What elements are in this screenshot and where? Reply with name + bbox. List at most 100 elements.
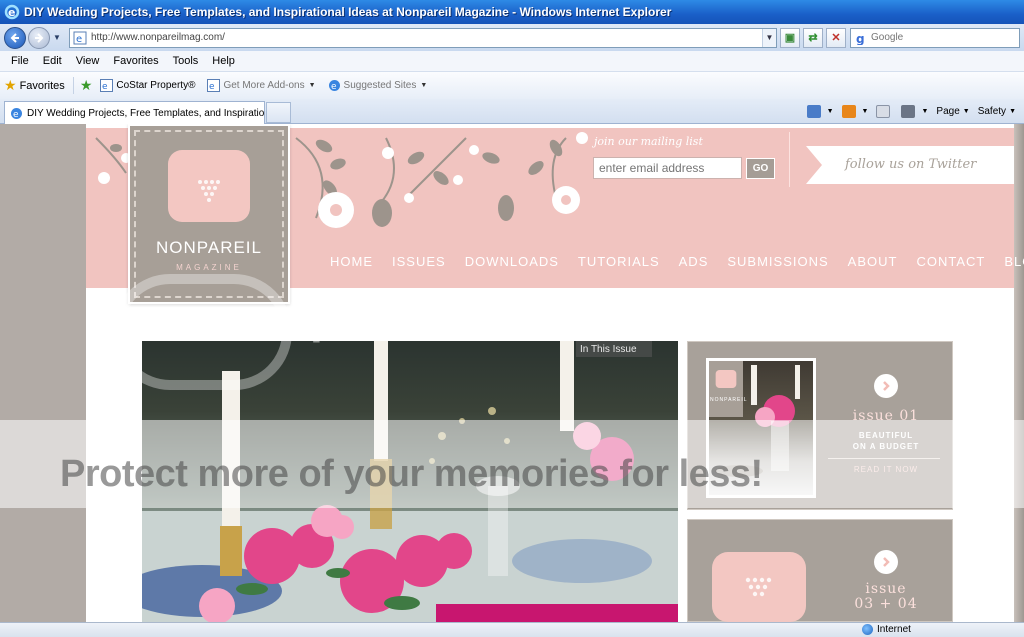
tab-nonpareil[interactable]: e DIY Wedding Projects, Free Templates, … bbox=[4, 101, 265, 124]
menu-favorites[interactable]: Favorites bbox=[106, 55, 165, 67]
page-background-left bbox=[0, 124, 86, 622]
nav-about[interactable]: ABOUT bbox=[848, 254, 898, 269]
watermark-logo-text: photobucket bbox=[310, 291, 608, 343]
chevron-down-icon: ▼ bbox=[420, 82, 428, 89]
tab-bar: e DIY Wedding Projects, Free Templates, … bbox=[0, 99, 1024, 124]
issue-03-04-arrow-button[interactable] bbox=[874, 550, 898, 574]
search-input[interactable] bbox=[871, 32, 1011, 43]
issue-01-read-link[interactable]: READ IT NOW bbox=[826, 465, 946, 474]
print-button[interactable]: ▼ bbox=[901, 105, 928, 118]
brand-subtitle: MAGAZINE bbox=[176, 263, 242, 272]
favorite-costar[interactable]: e CoStar Property® bbox=[100, 79, 195, 92]
nav-issues[interactable]: ISSUES bbox=[392, 254, 446, 269]
nav-contact[interactable]: CONTACT bbox=[916, 254, 985, 269]
url-text[interactable]: http://www.nonpareilmag.com/ bbox=[91, 32, 225, 43]
chevron-right-icon bbox=[883, 557, 890, 567]
security-zone[interactable]: Internet bbox=[862, 624, 911, 635]
nav-tutorials[interactable]: TUTORIALS bbox=[578, 254, 660, 269]
favorite-suggested-sites-label: Suggested Sites bbox=[343, 80, 417, 91]
address-dropdown[interactable]: ▼ bbox=[762, 28, 776, 47]
back-button[interactable] bbox=[4, 26, 26, 49]
issue-01-title: issue 01 bbox=[852, 408, 920, 424]
zone-label: Internet bbox=[877, 624, 911, 635]
site-logo[interactable]: NONPAREIL MAGAZINE bbox=[128, 124, 290, 304]
nav-home[interactable]: HOME bbox=[330, 254, 373, 269]
issue-03-04-title: issue 03 + 04 bbox=[826, 582, 946, 612]
svg-text:e: e bbox=[102, 82, 108, 92]
cover-photo: NONPAREIL bbox=[709, 361, 813, 495]
issue-03-04-card[interactable]: issue 03 + 04 bbox=[687, 519, 953, 622]
ie-logo-icon: e bbox=[11, 107, 22, 120]
recent-pages-dropdown[interactable]: ▼ bbox=[53, 33, 63, 42]
hero-photo[interactable] bbox=[142, 341, 678, 622]
star-icon: ★ bbox=[4, 77, 17, 93]
mailing-list-go-button[interactable]: GO bbox=[746, 158, 775, 179]
globe-icon bbox=[862, 624, 873, 635]
favorites-button[interactable]: ★ Favorites bbox=[4, 77, 74, 94]
nav-blog[interactable]: BLOG bbox=[1004, 254, 1024, 269]
email-input[interactable] bbox=[593, 157, 742, 179]
nav-ads[interactable]: ADS bbox=[679, 254, 709, 269]
chevron-down-icon: ▼ bbox=[921, 108, 929, 115]
svg-text:e: e bbox=[76, 34, 82, 45]
menu-edit[interactable]: Edit bbox=[36, 55, 69, 67]
issue-01-subtitle: BEAUTIFUL ON A BUDGET bbox=[826, 430, 946, 452]
nav-submissions[interactable]: SUBMISSIONS bbox=[727, 254, 828, 269]
svg-text:e: e bbox=[13, 110, 19, 120]
menu-file[interactable]: File bbox=[4, 55, 36, 67]
favorite-costar-label: CoStar Property® bbox=[116, 80, 196, 91]
page-background-right bbox=[1014, 124, 1024, 622]
issue-01-card[interactable]: NONPAREIL issue 01 BEAUTIFUL ON A BUDGET… bbox=[687, 341, 953, 510]
arrow-left-icon bbox=[10, 32, 19, 43]
twitter-link[interactable]: follow us on Twitter bbox=[845, 157, 976, 172]
divider bbox=[828, 458, 940, 459]
page-menu-label: Page bbox=[936, 106, 960, 117]
menu-help[interactable]: Help bbox=[205, 55, 242, 67]
svg-text:g: g bbox=[856, 32, 865, 45]
nav-downloads[interactable]: DOWNLOADS bbox=[465, 254, 559, 269]
menu-tools[interactable]: Tools bbox=[166, 55, 206, 67]
issue-01-subtitle-line1: BEAUTIFUL bbox=[858, 431, 914, 440]
home-button[interactable]: ▼ bbox=[806, 105, 834, 118]
chevron-down-icon: ▼ bbox=[1009, 108, 1016, 115]
main-nav: HOME ISSUES DOWNLOADS TUTORIALS ADS SUBM… bbox=[330, 254, 1024, 269]
google-icon: g bbox=[854, 30, 868, 45]
issue-03-04-title-line1: issue bbox=[865, 581, 907, 597]
address-field[interactable]: e http://www.nonpareilmag.com/ ▼ bbox=[69, 27, 777, 48]
command-bar: ▼ ▼ ▼ Page ▼ Safety ▼ bbox=[806, 102, 1024, 121]
page-icon: e bbox=[73, 31, 87, 45]
chevron-down-icon: ▼ bbox=[962, 108, 970, 115]
stop-button[interactable]: ✕ bbox=[826, 27, 846, 48]
svg-text:e: e bbox=[8, 6, 15, 19]
safety-menu-label: Safety bbox=[977, 106, 1007, 117]
favorites-label: Favorites bbox=[19, 79, 65, 92]
issue-01-cover[interactable]: NONPAREIL bbox=[706, 358, 816, 498]
window-title: DIY Wedding Projects, Free Templates, an… bbox=[24, 5, 672, 19]
page-menu-button[interactable]: Page ▼ bbox=[936, 106, 969, 117]
svg-text:e: e bbox=[331, 82, 337, 92]
mail-icon bbox=[876, 105, 891, 118]
mailing-list-label: join our mailing list bbox=[594, 135, 703, 148]
in-this-issue-label: In This Issue bbox=[576, 341, 652, 357]
new-tab-button[interactable] bbox=[266, 102, 291, 123]
safety-menu-button[interactable]: Safety ▼ bbox=[978, 106, 1016, 117]
favorite-get-more-addons[interactable]: e Get More Add-ons ▼ bbox=[207, 79, 316, 92]
table-setting-photo bbox=[142, 341, 678, 622]
search-box[interactable]: g bbox=[850, 27, 1020, 48]
address-toolbar: ▼ e http://www.nonpareilmag.com/ ▼ ▣ ⇄ ✕… bbox=[0, 24, 1024, 51]
refresh-button[interactable]: ⇄ bbox=[803, 27, 823, 48]
feeds-button[interactable]: ▼ bbox=[841, 105, 868, 118]
forward-button[interactable] bbox=[28, 26, 50, 49]
favorite-suggested-sites[interactable]: e Suggested Sites ▼ bbox=[328, 79, 428, 92]
read-mail-button[interactable] bbox=[876, 105, 893, 118]
menu-bar: File Edit View Favorites Tools Help bbox=[0, 51, 1024, 72]
add-to-favorites-bar-icon[interactable]: ★ bbox=[80, 77, 93, 94]
chevron-right-icon bbox=[883, 381, 890, 391]
brand-name: NONPAREIL bbox=[156, 238, 262, 257]
logo-stamp: NONPAREIL MAGAZINE bbox=[130, 126, 288, 302]
issue-01-arrow-button[interactable] bbox=[874, 374, 898, 398]
menu-view[interactable]: View bbox=[69, 55, 107, 67]
chevron-down-icon: ▼ bbox=[308, 82, 316, 89]
chevron-down-icon: ▼ bbox=[826, 108, 834, 115]
compatibility-view-button[interactable]: ▣ bbox=[780, 27, 800, 48]
